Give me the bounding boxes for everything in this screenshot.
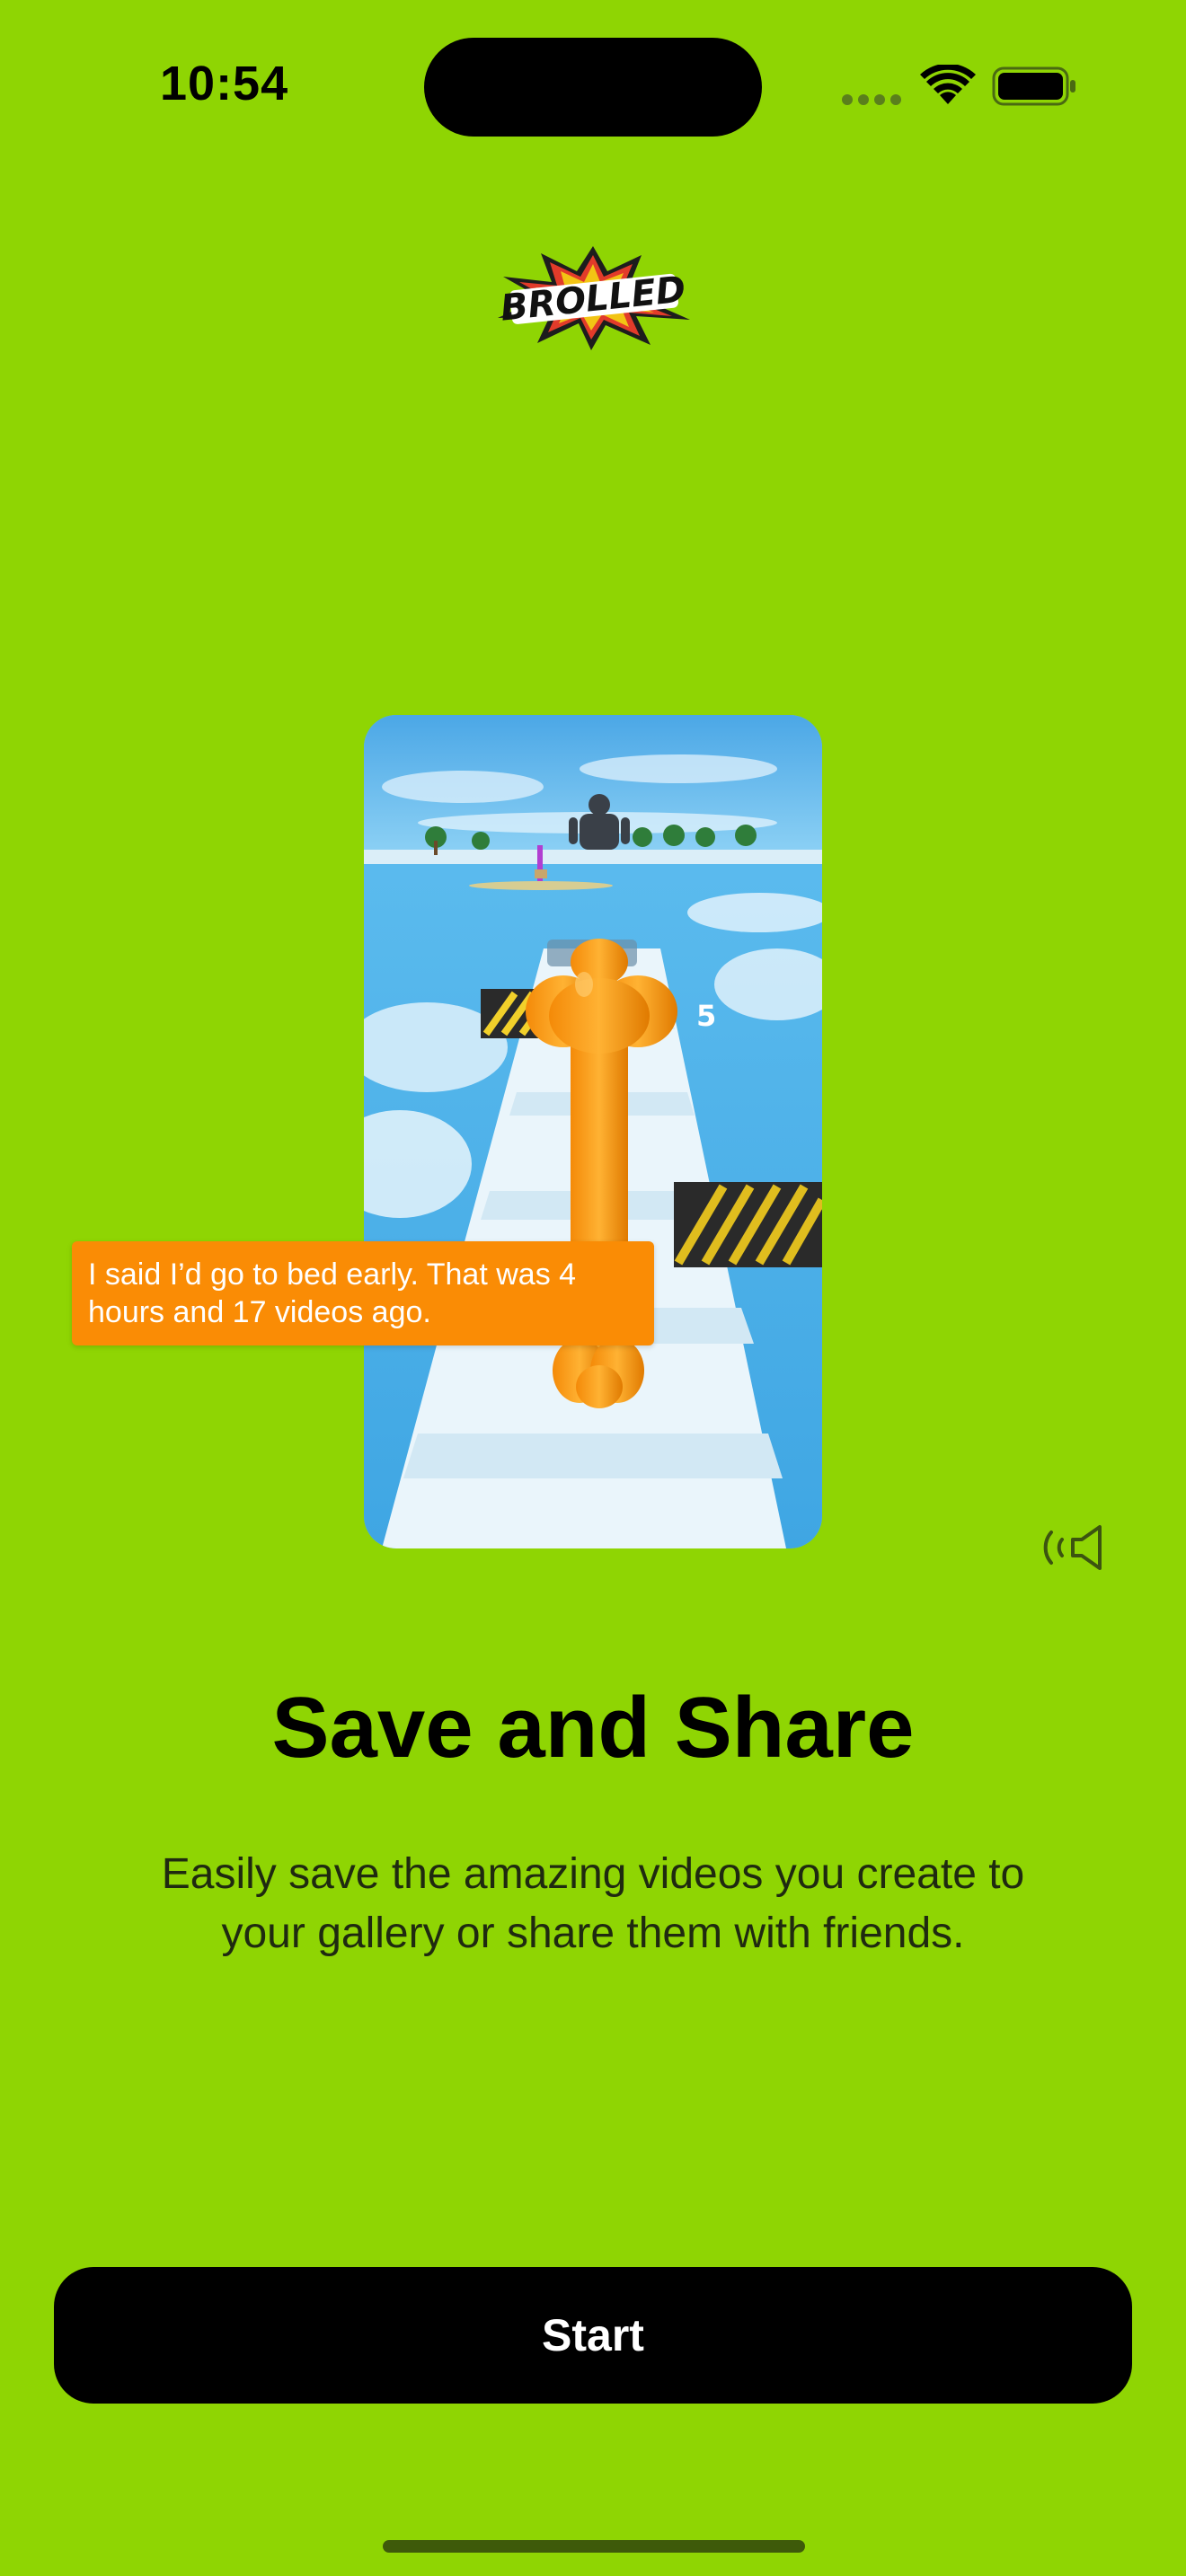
battery-icon <box>992 66 1075 106</box>
video-preview[interactable]: 5 <box>364 715 822 1548</box>
onboarding-title: Save and Share <box>271 1680 915 1776</box>
video-caption: I said I’d go to bed early. That was 4 h… <box>72 1241 654 1345</box>
video-score-number: 5 <box>696 999 716 1033</box>
cellular-signal-icon <box>842 94 901 105</box>
brolled-logo: BROLLED <box>498 246 690 350</box>
video-frame: 5 <box>364 715 822 1548</box>
home-indicator[interactable] <box>383 2540 805 2553</box>
status-time: 10:54 <box>160 57 289 110</box>
wifi-icon <box>920 65 976 104</box>
start-button[interactable]: Start <box>54 2267 1132 2404</box>
dynamic-island <box>424 38 762 137</box>
speaker-icon[interactable] <box>1039 1520 1111 1575</box>
status-bar: 10:54 <box>0 0 1186 171</box>
onboarding-description: Easily save the amazing videos you creat… <box>161 1850 1025 1957</box>
